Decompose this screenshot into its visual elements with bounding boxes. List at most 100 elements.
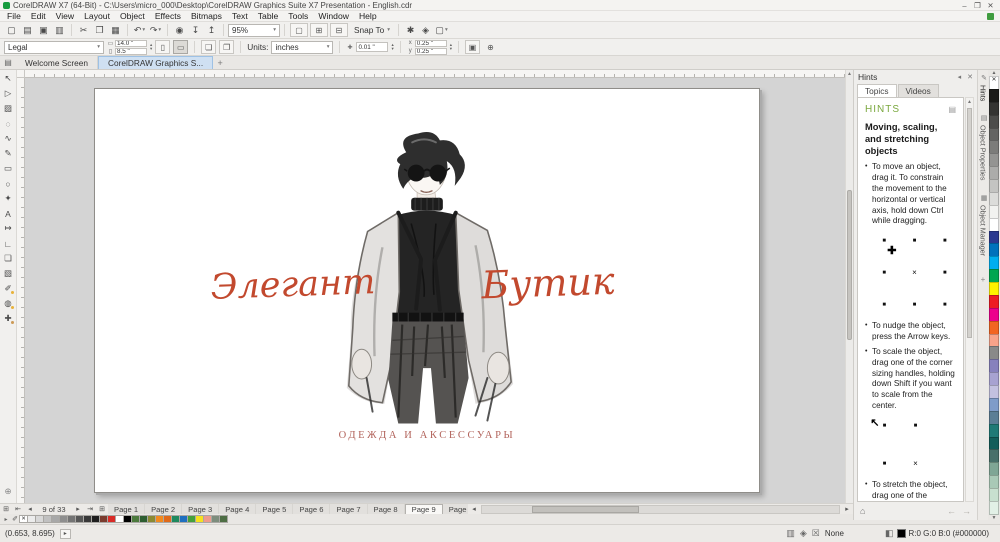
color-swatch[interactable] xyxy=(989,462,999,476)
print-topic-icon[interactable]: ▤ xyxy=(948,105,956,114)
color-swatch[interactable] xyxy=(989,359,999,373)
color-swatch[interactable] xyxy=(989,128,999,142)
color-swatch[interactable] xyxy=(989,115,999,129)
menu-tools[interactable]: Tools xyxy=(283,11,313,21)
full-screen-preview-button[interactable]: ▢ xyxy=(290,23,308,37)
snap-to-dropdown[interactable]: Snap To ▾ xyxy=(350,25,394,35)
page-tab-page-5[interactable]: Page 5 xyxy=(256,504,293,514)
page-tab-page-3[interactable]: Page 3 xyxy=(182,504,219,514)
fill-type-icon[interactable]: ◈ xyxy=(800,528,807,539)
docker-tab-object-manager[interactable]: ▦Object Manager xyxy=(979,194,988,256)
toolbar-copy-button[interactable]: ❐ xyxy=(92,23,107,38)
menu-file[interactable]: File xyxy=(2,11,26,21)
landscape-orientation-button[interactable]: ▭ xyxy=(173,40,188,54)
freehand-tool[interactable]: ∿ xyxy=(1,131,16,146)
page-tab-page-9[interactable]: Page 9 xyxy=(405,504,443,514)
document-flyout-icon[interactable]: ▤ xyxy=(0,56,16,69)
polygon-tool[interactable]: ✦ xyxy=(1,191,16,206)
smart-fill-tool[interactable]: ✚ xyxy=(1,311,16,326)
caption-text[interactable]: ОДЕЖДА И АКСЕССУАРЫ xyxy=(95,430,759,441)
page-dimensions-spinner[interactable]: ▴▾ xyxy=(150,43,152,51)
color-swatch[interactable] xyxy=(989,205,999,219)
corel-connect-button[interactable]: ◈ xyxy=(418,23,433,38)
toolbar-paste-button[interactable]: ▦ xyxy=(108,23,123,38)
color-swatch[interactable] xyxy=(989,424,999,438)
transparency-tool[interactable]: ▧ xyxy=(1,266,16,281)
vertical-scroll-thumb[interactable] xyxy=(847,190,852,340)
drawing-workspace[interactable]: Элегант Бутик ОДЕЖДА И АКСЕССУАРЫ xyxy=(25,78,845,503)
page-tab-page-1[interactable]: Page 1 xyxy=(108,504,145,514)
color-swatch[interactable] xyxy=(989,89,999,103)
color-swatch[interactable] xyxy=(989,488,999,502)
toolbar-save-button[interactable]: ▣ xyxy=(36,23,51,38)
page-tab-page-4[interactable]: Page 4 xyxy=(219,504,256,514)
scroll-up-icon[interactable]: ▲ xyxy=(966,98,973,106)
canvas-vertical-scrollbar[interactable]: ▲ xyxy=(845,70,853,503)
toolbar-cut-button[interactable]: ✂ xyxy=(76,23,91,38)
text-tool[interactable]: A xyxy=(1,206,16,221)
application-launcher-button[interactable]: ▢ ▾ xyxy=(434,23,449,38)
color-swatch[interactable] xyxy=(989,372,999,386)
membership-icon[interactable] xyxy=(987,13,994,20)
ellipse-tool[interactable]: ○ xyxy=(1,176,16,191)
toolbar-print-button[interactable]: ▥ xyxy=(52,23,67,38)
duplicate-spinner[interactable]: ▴▾ xyxy=(450,43,452,51)
menu-text[interactable]: Text xyxy=(227,11,253,21)
docker-tab-object-properties[interactable]: ▤Object Properties xyxy=(979,114,988,181)
page-tab-page-8[interactable]: Page 8 xyxy=(368,504,405,514)
treat-as-filled-button[interactable]: ▣ xyxy=(465,40,480,54)
welcome-plus-button[interactable]: ⊕ xyxy=(483,40,498,54)
page-tab-page-10[interactable]: Page 10 xyxy=(443,504,468,514)
close-button[interactable]: ✕ xyxy=(984,1,997,10)
canvas-horizontal-scrollbar[interactable] xyxy=(481,505,840,514)
current-page-button[interactable]: ❐ xyxy=(219,40,234,54)
all-pages-button[interactable]: ❏ xyxy=(201,40,216,54)
color-swatch[interactable] xyxy=(989,501,999,515)
color-swatch[interactable] xyxy=(989,321,999,335)
menu-help[interactable]: Help xyxy=(354,11,382,21)
page-width-input[interactable]: 14.0 " xyxy=(115,40,147,47)
color-swatch[interactable] xyxy=(989,179,999,193)
color-swatch[interactable] xyxy=(989,140,999,154)
coordinates-expand-button[interactable]: ▸ xyxy=(60,529,71,539)
zoom-tool[interactable]: ◌ xyxy=(1,116,16,131)
ruler-origin-box[interactable] xyxy=(17,70,25,78)
color-swatch[interactable] xyxy=(989,334,999,348)
color-swatch[interactable] xyxy=(989,218,999,232)
color-swatch[interactable] xyxy=(989,166,999,180)
add-page-end-button[interactable]: ⊞ xyxy=(96,505,108,513)
toolbox-customize-button[interactable]: ⊕ xyxy=(1,484,16,499)
toolbar-search-content-button[interactable]: ◉ xyxy=(172,23,187,38)
color-swatch[interactable] xyxy=(989,346,999,360)
hints-tab-videos[interactable]: Videos xyxy=(898,84,939,97)
hints-scrollbar[interactable]: ▲ xyxy=(965,97,974,502)
scroll-up-icon[interactable]: ▲ xyxy=(846,70,853,78)
crop-tool[interactable]: ▨ xyxy=(1,101,16,116)
document-tab-welcome-screen[interactable]: Welcome Screen xyxy=(16,56,98,69)
toolbar-import-button[interactable]: ↧ xyxy=(188,23,203,38)
horizontal-scroll-thumb[interactable] xyxy=(532,506,639,513)
script-text-left[interactable]: Элегант xyxy=(202,262,383,308)
menu-layout[interactable]: Layout xyxy=(79,11,115,21)
color-swatch[interactable] xyxy=(989,102,999,116)
docker-close-icon[interactable]: ✕ xyxy=(967,73,973,81)
shape-tool[interactable]: ▷ xyxy=(1,86,16,101)
minimize-button[interactable]: – xyxy=(958,1,971,10)
toolbar-undo-button[interactable]: ↶▾ xyxy=(132,23,147,38)
palette-scroll-down-icon[interactable]: ▼ xyxy=(989,515,999,522)
options-button[interactable]: ✱ xyxy=(403,23,418,38)
color-swatch[interactable] xyxy=(989,411,999,425)
show-guidelines-button[interactable]: ⊟ xyxy=(330,23,348,37)
color-swatch[interactable] xyxy=(989,449,999,463)
back-icon[interactable]: ← xyxy=(947,506,956,516)
color-swatch[interactable] xyxy=(989,308,999,322)
document-color-swatch[interactable] xyxy=(219,515,228,523)
page-tab-page-2[interactable]: Page 2 xyxy=(145,504,182,514)
units-select[interactable]: inches ▾ xyxy=(271,41,333,54)
menu-bitmaps[interactable]: Bitmaps xyxy=(186,11,227,21)
menu-effects[interactable]: Effects xyxy=(150,11,186,21)
connector-tool[interactable]: ∟ xyxy=(1,236,16,251)
interactive-fill-tool[interactable]: ◍ xyxy=(1,296,16,311)
color-swatch[interactable] xyxy=(989,437,999,451)
new-document-tab-button[interactable]: + xyxy=(213,56,227,69)
